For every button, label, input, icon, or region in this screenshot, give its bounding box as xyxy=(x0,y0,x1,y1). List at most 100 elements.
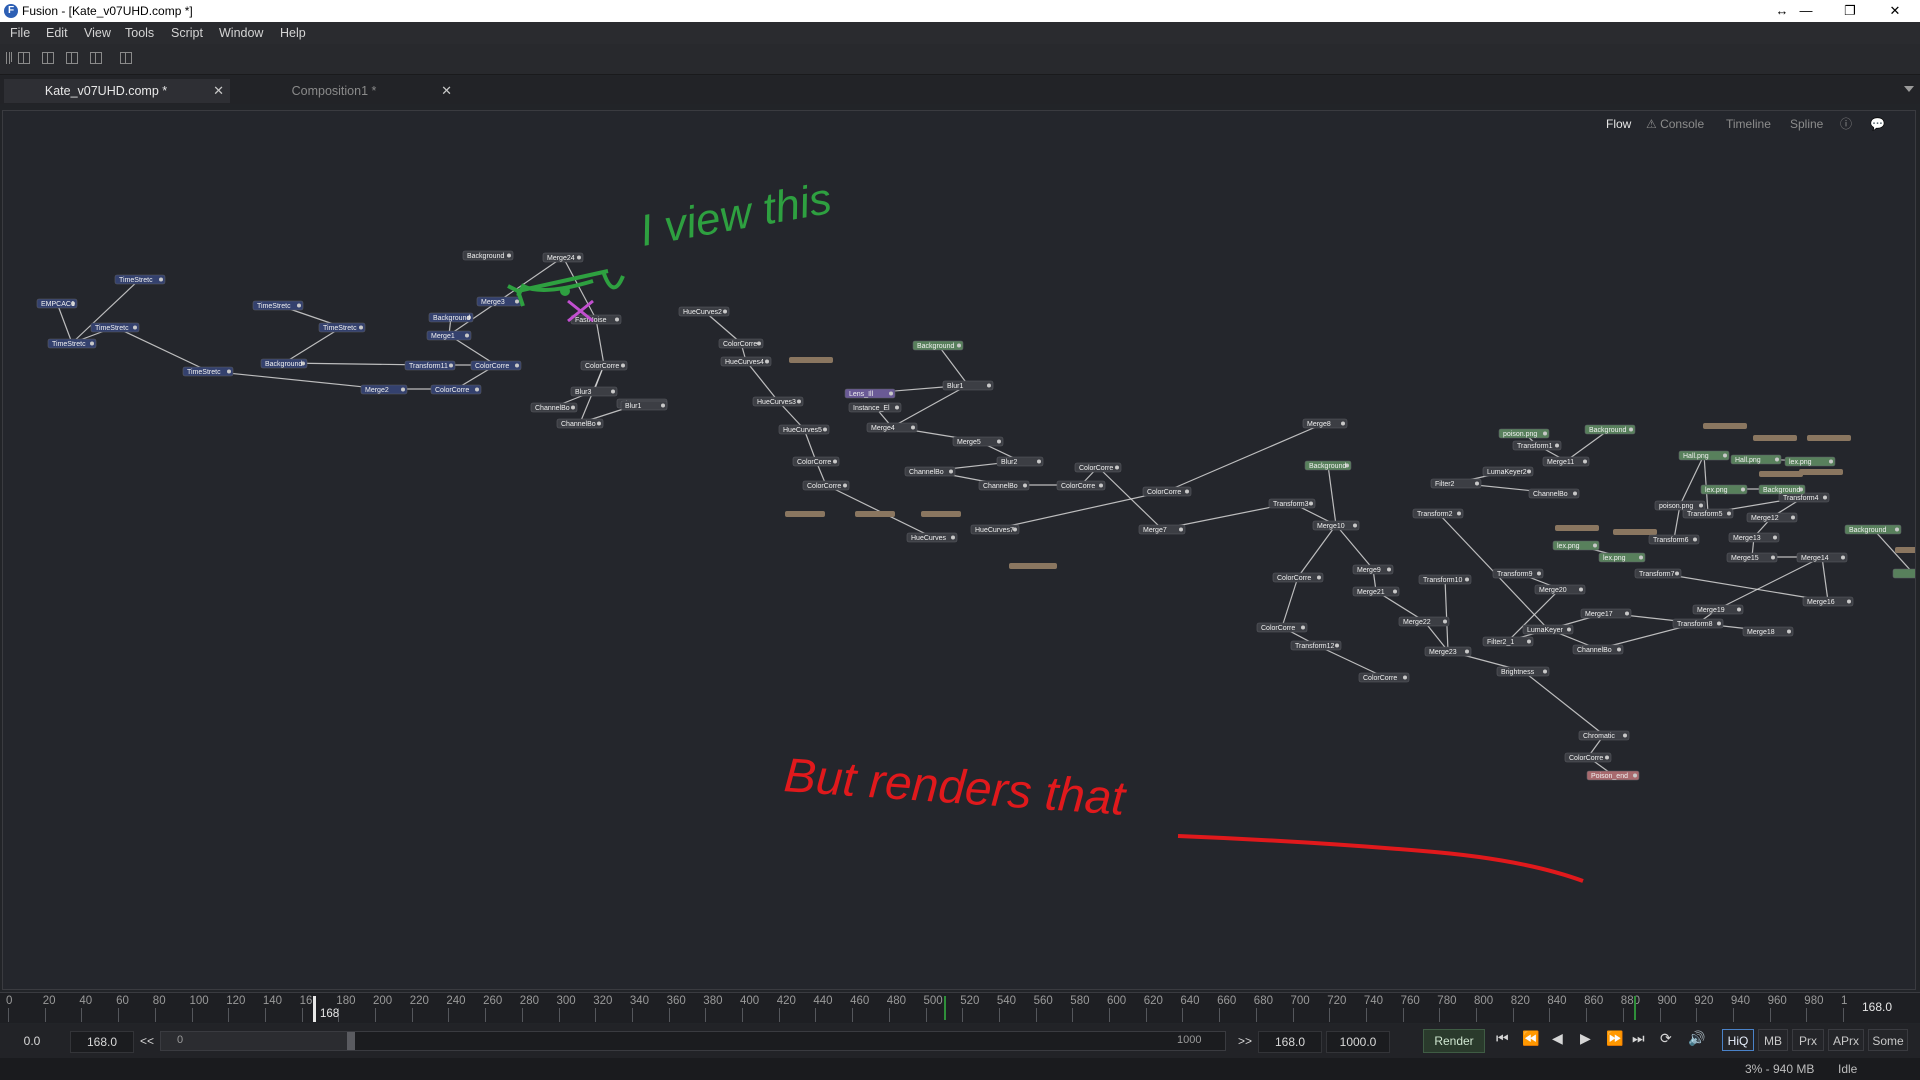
menu-help[interactable]: Help xyxy=(280,26,306,40)
flow-node[interactable]: TimeStretc xyxy=(252,300,304,311)
node-output-port[interactable] xyxy=(1457,511,1461,516)
flow-node[interactable]: Merge22 xyxy=(1398,616,1450,627)
flow-node[interactable]: FastNoise xyxy=(570,314,622,325)
menu-file[interactable]: File xyxy=(10,26,30,40)
flow-node[interactable]: Merge7 xyxy=(1138,524,1186,535)
flow-node[interactable]: EMPCAC1 xyxy=(36,298,78,309)
node-output-port[interactable] xyxy=(1823,495,1827,500)
flow-node[interactable]: ColorCorre xyxy=(1142,486,1192,497)
menu-tools[interactable]: Tools xyxy=(125,26,154,40)
tab-spline[interactable]: Spline xyxy=(1790,114,1823,134)
node-output-port[interactable] xyxy=(475,387,479,392)
some-toggle[interactable]: Some xyxy=(1868,1029,1908,1051)
node-output-port[interactable] xyxy=(1895,527,1899,532)
flow-node[interactable]: Lens_Ill xyxy=(844,388,896,399)
flow-node[interactable]: Merge10 xyxy=(1312,520,1360,531)
node-output-port[interactable] xyxy=(359,325,363,330)
flow-node[interactable]: ColorCorre xyxy=(802,480,850,491)
flow-node[interactable]: Merge14 xyxy=(1796,552,1848,563)
flow-node[interactable]: Chromatic xyxy=(1578,730,1630,741)
flow-node[interactable] xyxy=(1892,568,1915,579)
flow-node[interactable]: ColorCorre xyxy=(718,338,764,349)
global-start-field[interactable]: 0.0 xyxy=(6,1031,58,1051)
node-output-port[interactable] xyxy=(1115,465,1119,470)
underlay-node[interactable] xyxy=(1753,435,1797,441)
node-output-port[interactable] xyxy=(1555,443,1559,448)
flow-node[interactable]: Merge5 xyxy=(952,436,1004,447)
flow-node[interactable]: ColorCorre xyxy=(1074,462,1122,473)
comments-icon[interactable]: 💬 xyxy=(1870,114,1885,134)
node-output-port[interactable] xyxy=(1829,459,1833,464)
flow-node[interactable]: ChannelBo xyxy=(978,480,1030,491)
flow-node[interactable]: Merge8 xyxy=(1302,418,1348,429)
menu-edit[interactable]: Edit xyxy=(46,26,68,40)
flow-node[interactable]: Merge12 xyxy=(1746,512,1798,523)
flow-node[interactable]: lex.png xyxy=(1784,456,1836,467)
flow-node[interactable]: Transform12 xyxy=(1290,640,1342,651)
flow-node[interactable]: ColorCorre xyxy=(470,360,522,371)
node-output-port[interactable] xyxy=(1579,587,1583,592)
node-output-port[interactable] xyxy=(1617,647,1621,652)
flow-node[interactable]: Transform4 xyxy=(1778,492,1830,503)
node-output-port[interactable] xyxy=(1317,575,1321,580)
close-window-button[interactable]: ✕ xyxy=(1875,0,1915,22)
node-output-port[interactable] xyxy=(997,439,1001,444)
node-output-port[interactable] xyxy=(889,391,893,396)
node-output-port[interactable] xyxy=(621,363,625,368)
flow-node[interactable]: Merge11 xyxy=(1542,456,1590,467)
underlay-node[interactable] xyxy=(1703,423,1747,429)
flow-node[interactable]: Transform7 xyxy=(1634,568,1682,579)
node-output-port[interactable] xyxy=(987,383,991,388)
flow-node[interactable]: ChannelBo xyxy=(530,402,578,413)
tab-close-icon[interactable]: ✕ xyxy=(213,79,224,103)
node-output-port[interactable] xyxy=(615,317,619,322)
flow-node[interactable]: Hall.png xyxy=(1730,454,1782,465)
flow-node[interactable]: Transform10 xyxy=(1418,574,1472,585)
node-output-port[interactable] xyxy=(1593,543,1597,548)
flow-node[interactable]: Background xyxy=(428,312,474,323)
node-output-port[interactable] xyxy=(1791,515,1795,520)
layout-quad-icon[interactable] xyxy=(90,52,102,64)
node-output-port[interactable] xyxy=(949,469,953,474)
flow-node[interactable]: Merge16 xyxy=(1802,596,1854,607)
node-output-port[interactable] xyxy=(1625,611,1629,616)
flow-node[interactable]: Background xyxy=(1844,524,1902,535)
flow-node[interactable]: Merge21 xyxy=(1352,586,1400,597)
render-end-field[interactable]: 1000.0 xyxy=(1326,1031,1390,1053)
node-output-port[interactable] xyxy=(951,535,955,540)
underlay-node[interactable] xyxy=(785,511,825,517)
node-output-port[interactable] xyxy=(90,341,94,346)
aprx-toggle[interactable]: APrx xyxy=(1828,1029,1864,1051)
flow-node[interactable]: Transform11 xyxy=(404,360,456,371)
node-output-port[interactable] xyxy=(1699,503,1703,508)
flow-node[interactable]: HueCurves xyxy=(906,532,958,543)
underlay-node[interactable] xyxy=(921,511,961,517)
node-output-port[interactable] xyxy=(465,333,469,338)
flow-node[interactable]: Merge20 xyxy=(1534,584,1586,595)
node-output-port[interactable] xyxy=(1633,773,1637,778)
flow-node[interactable]: Merge2 xyxy=(360,384,408,395)
node-output-port[interactable] xyxy=(843,483,847,488)
node-output-port[interactable] xyxy=(723,309,727,314)
node-output-port[interactable] xyxy=(159,277,163,282)
tab-timeline[interactable]: Timeline xyxy=(1726,114,1771,134)
node-output-port[interactable] xyxy=(1185,489,1189,494)
node-output-port[interactable] xyxy=(1475,481,1479,486)
underlay-node[interactable] xyxy=(789,357,833,363)
flow-node[interactable]: ChannelBo xyxy=(904,466,956,477)
node-output-port[interactable] xyxy=(1787,629,1791,634)
node-output-port[interactable] xyxy=(227,369,231,374)
flow-node[interactable]: lex.png xyxy=(1598,552,1646,563)
node-output-port[interactable] xyxy=(1527,639,1531,644)
flow-node[interactable]: Merge19 xyxy=(1692,604,1744,615)
flow-node[interactable]: ColorCorre xyxy=(430,384,482,395)
flow-node[interactable]: Background xyxy=(462,250,514,261)
node-output-port[interactable] xyxy=(133,325,137,330)
flow-node[interactable]: Merge13 xyxy=(1728,532,1780,543)
tab-flow[interactable]: Flow xyxy=(1606,114,1631,134)
node-output-port[interactable] xyxy=(1023,483,1027,488)
flow-node[interactable]: LumaKeyer xyxy=(1522,624,1574,635)
flow-node[interactable]: Transform1 xyxy=(1512,440,1562,451)
node-output-port[interactable] xyxy=(297,303,301,308)
flow-node[interactable]: Transform9 xyxy=(1492,568,1544,579)
